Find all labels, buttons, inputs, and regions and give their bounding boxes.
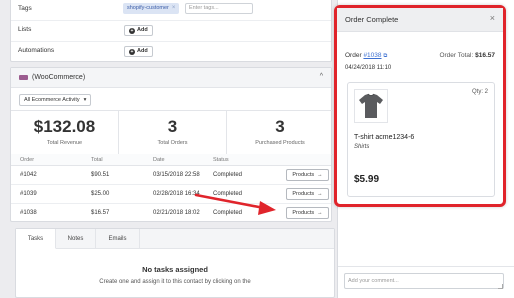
order-label-text: Order xyxy=(345,52,362,59)
plus-icon: + xyxy=(129,27,135,34)
order-number: #1038 xyxy=(20,210,37,216)
ecommerce-activity-select[interactable]: All Ecommerce Activity ▾ xyxy=(19,94,92,106)
order-total-value: $16.57 xyxy=(475,52,495,59)
stat-label: Total Revenue xyxy=(46,140,83,146)
stat-total-revenue: $132.08 Total Revenue xyxy=(11,110,119,155)
add-automation-label: Add xyxy=(137,48,148,54)
automations-row: Automations + Add xyxy=(11,41,331,63)
products-button-label: Products xyxy=(292,191,315,197)
tab-tasks[interactable]: Tasks xyxy=(16,229,56,249)
order-status: Completed xyxy=(213,172,243,178)
products-button[interactable]: Products → xyxy=(286,188,329,200)
products-button[interactable]: Products → xyxy=(286,207,329,219)
order-complete-title: Order Complete xyxy=(345,15,399,24)
table-row: #1039 $25.00 02/28/2018 16:34 Completed … xyxy=(11,185,331,204)
order-date: 03/15/2018 22:58 xyxy=(153,172,200,178)
table-row: #1042 $90.51 03/15/2018 22:58 Completed … xyxy=(11,166,331,185)
stat-value: 3 xyxy=(167,117,178,136)
lists-row: Lists + Add xyxy=(11,20,331,42)
add-automation-button[interactable]: + Add xyxy=(124,46,153,57)
order-total: $25.00 xyxy=(91,191,110,197)
stat-value: $132.08 xyxy=(33,117,96,136)
tag-chip-text: shopify-customer xyxy=(127,5,169,11)
tag-chip[interactable]: shopify-customer × xyxy=(123,3,180,14)
tabs-strip-fill xyxy=(140,229,334,249)
column-header: Order xyxy=(20,157,35,163)
products-button-label: Products xyxy=(292,210,315,216)
table-row: #1038 $16.57 02/21/2018 18:02 Completed … xyxy=(11,204,331,223)
order-total: $16.57 xyxy=(91,210,110,216)
stat-label: Total Orders xyxy=(157,140,188,146)
contact-properties-card: Tags shopify-customer × Enter tags... Li… xyxy=(10,0,332,62)
activity-tabs-card: Tasks Notes Emails No tasks assigned Cre… xyxy=(15,228,335,298)
column-header: Date xyxy=(153,157,165,163)
empty-tasks-title: No tasks assigned xyxy=(142,265,208,274)
empty-tasks-text: Create one and assign it to this contact… xyxy=(99,279,251,285)
order-label: Order #1038 ⧉ xyxy=(345,52,387,60)
annotation-arrow xyxy=(194,193,276,215)
contact-main-column: Tags shopify-customer × Enter tags... Li… xyxy=(5,0,335,298)
tag-remove-icon[interactable]: × xyxy=(172,3,176,14)
order-date: 04/24/2018 11:10 xyxy=(345,65,392,71)
collapse-chevron-icon[interactable]: ^ xyxy=(320,73,323,80)
woocommerce-header[interactable]: (WooCommerce) ^ xyxy=(11,68,331,88)
stat-purchased-products: 3 Purchased Products xyxy=(227,110,333,155)
tab-notes[interactable]: Notes xyxy=(56,229,96,249)
woocommerce-card: (WooCommerce) ^ All Ecommerce Activity ▾… xyxy=(10,67,333,223)
order-total: Order Total: $16.57 xyxy=(439,52,495,59)
chevron-down-icon: ▾ xyxy=(83,97,87,103)
stat-total-orders: 3 Total Orders xyxy=(119,110,227,155)
arrow-right-icon: → xyxy=(317,210,323,216)
order-number: #1039 xyxy=(20,191,37,197)
column-header: Total xyxy=(91,157,103,163)
order-complete-panel: Order Complete × Order #1038 ⧉ Order Tot… xyxy=(334,5,506,207)
woocommerce-title: (WooCommerce) xyxy=(32,74,86,81)
product-name: T-shirt acme1234-6 xyxy=(354,134,415,141)
order-total-label: Order Total: xyxy=(439,52,474,59)
tshirt-icon xyxy=(359,93,383,118)
products-button-label: Products xyxy=(292,172,315,178)
add-list-label: Add xyxy=(137,27,148,33)
order-number: #1042 xyxy=(20,172,37,178)
products-button[interactable]: Products → xyxy=(286,169,329,181)
arrow-right-icon: → xyxy=(317,172,323,178)
product-qty: Qty: 2 xyxy=(471,89,488,95)
order-complete-header: Order Complete × xyxy=(337,8,503,32)
arrow-right-icon: → xyxy=(317,191,323,197)
orders-table-header: Order Total Date Status xyxy=(11,154,331,166)
product-card: Qty: 2 T-shirt acme1234-6 Shirts $5.99 xyxy=(347,82,495,197)
close-icon[interactable]: × xyxy=(490,13,495,23)
product-category: Shirts xyxy=(354,144,370,150)
lists-label: Lists xyxy=(18,26,32,33)
stat-value: 3 xyxy=(275,117,285,136)
plus-icon: + xyxy=(129,48,135,55)
resize-handle-icon[interactable] xyxy=(498,284,503,289)
order-total: $90.51 xyxy=(91,172,110,178)
stat-label: Purchased Products xyxy=(255,140,305,146)
automations-label: Automations xyxy=(18,47,55,54)
tags-input[interactable]: Enter tags... xyxy=(185,3,253,14)
external-link-icon[interactable]: ⧉ xyxy=(383,53,387,59)
column-header: Status xyxy=(213,157,229,163)
tags-label: Tags xyxy=(18,5,32,12)
add-list-button[interactable]: + Add xyxy=(124,25,153,36)
tags-row: Tags shopify-customer × Enter tags... xyxy=(11,0,331,21)
sidebar-divider xyxy=(338,266,514,267)
product-image xyxy=(354,89,388,123)
order-link[interactable]: #1038 xyxy=(363,52,381,59)
tab-emails[interactable]: Emails xyxy=(96,229,140,249)
product-price: $5.99 xyxy=(354,174,380,185)
ecommerce-activity-value: All Ecommerce Activity xyxy=(24,97,80,103)
comment-input[interactable]: Add your comment... xyxy=(344,273,504,289)
woocommerce-logo-icon xyxy=(19,75,28,80)
